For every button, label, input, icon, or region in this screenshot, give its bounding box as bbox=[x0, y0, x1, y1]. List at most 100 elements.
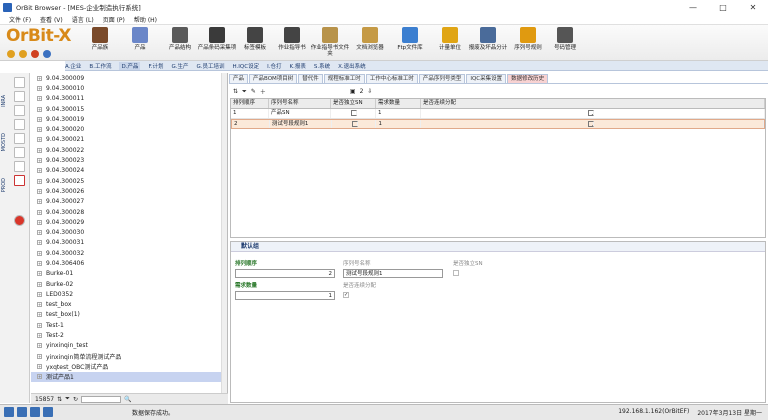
expand-icon[interactable]: + bbox=[37, 240, 42, 246]
expand-icon[interactable]: + bbox=[37, 312, 42, 318]
status-icon-3[interactable] bbox=[30, 407, 40, 417]
tree-item[interactable]: +9.04.300032 bbox=[31, 248, 227, 258]
tree-item[interactable]: + Test-1 bbox=[31, 320, 227, 330]
toolbar-button-10[interactable]: 报废及坏品分计 bbox=[468, 27, 508, 51]
menu-page[interactable]: 页面 (P) bbox=[103, 15, 125, 24]
expand-icon[interactable]: + bbox=[37, 127, 42, 133]
detail-tab-4[interactable]: 工作中心标准工时 bbox=[365, 74, 418, 83]
expand-icon[interactable]: + bbox=[37, 158, 42, 164]
home-icon[interactable] bbox=[43, 50, 51, 58]
sidebar-page-icon[interactable] bbox=[14, 147, 25, 158]
tree-item[interactable]: + 测试产品1 bbox=[31, 371, 227, 382]
status-icon-4[interactable] bbox=[43, 407, 53, 417]
toolbar-button-6[interactable]: 作业指导书文件夹 bbox=[310, 27, 350, 57]
module-tab-2[interactable]: D.产品 bbox=[119, 61, 141, 70]
tree-item[interactable]: +9.04.300030 bbox=[31, 227, 227, 237]
tree-item[interactable]: + test_box bbox=[31, 300, 227, 310]
expand-icon[interactable]: + bbox=[37, 209, 42, 215]
menu-view[interactable]: 查看 (V) bbox=[40, 15, 63, 24]
continuous-checkbox[interactable]: ✓ bbox=[588, 110, 594, 116]
refresh-icon[interactable]: ↻ bbox=[73, 396, 78, 403]
module-tab-9[interactable]: S.系统 bbox=[314, 62, 330, 70]
expand-icon[interactable]: + bbox=[37, 85, 42, 91]
sidebar-doc-icon[interactable] bbox=[14, 77, 25, 88]
tree-item[interactable]: + LED0352 bbox=[31, 289, 227, 299]
tree-item[interactable]: + yxqtest_OBC测试产品 bbox=[31, 361, 227, 371]
expand-icon[interactable]: + bbox=[37, 260, 42, 266]
tree-item[interactable]: + Test-2 bbox=[31, 330, 227, 340]
module-tab-6[interactable]: H.IQC设定 bbox=[233, 62, 260, 70]
tree-item[interactable]: + test_box(1) bbox=[31, 310, 227, 320]
qty-field[interactable]: 1 bbox=[235, 291, 335, 300]
expand-icon[interactable]: + bbox=[37, 147, 42, 153]
tree-item[interactable]: +9.04.300011 bbox=[31, 94, 227, 104]
name-field[interactable]: 测试号段规则1 bbox=[343, 269, 443, 278]
module-tab-3[interactable]: F.计划 bbox=[148, 62, 163, 70]
edit-icon[interactable]: ✎ bbox=[251, 88, 256, 95]
expand-icon[interactable]: + bbox=[37, 343, 42, 349]
expand-icon[interactable]: + bbox=[37, 168, 42, 174]
table-row[interactable]: 1产品SN1✓ bbox=[231, 109, 765, 119]
sidebar-print-icon[interactable] bbox=[14, 161, 25, 172]
expand-icon[interactable]: + bbox=[37, 116, 42, 122]
search-icon[interactable]: 🔍 bbox=[124, 396, 131, 403]
sidebar-list-icon[interactable] bbox=[14, 105, 25, 116]
tree-item[interactable]: +9.04.300015 bbox=[31, 104, 227, 114]
expand-icon[interactable]: + bbox=[37, 333, 42, 339]
back-icon[interactable] bbox=[7, 50, 15, 58]
tree-search-input[interactable] bbox=[80, 395, 121, 403]
tree-item[interactable]: +9.04.300025 bbox=[31, 176, 227, 186]
sidebar-power-icon[interactable] bbox=[14, 215, 25, 226]
detail-tab-1[interactable]: 产品BOM项目树 bbox=[249, 74, 298, 83]
tree-item[interactable]: + Burke-01 bbox=[31, 269, 227, 279]
sidebar-label-inra[interactable]: INRA bbox=[1, 95, 9, 107]
seq-field[interactable]: 2 bbox=[235, 269, 335, 278]
sidebar-folder-icon[interactable] bbox=[14, 91, 25, 102]
menu-help[interactable]: 帮助 (H) bbox=[134, 15, 157, 24]
sidebar-edit-icon[interactable] bbox=[14, 119, 25, 130]
toolbar-button-9[interactable]: 计量单位 bbox=[430, 27, 470, 51]
add-icon[interactable]: ＋ bbox=[260, 87, 266, 96]
col-independent[interactable]: 是否独立SN bbox=[331, 99, 376, 108]
detail-tab-6[interactable]: IQC采集设置 bbox=[466, 74, 507, 83]
tree-item[interactable]: +9.04.300022 bbox=[31, 145, 227, 155]
col-seq[interactable]: 排列顺序 bbox=[231, 99, 269, 108]
tree-item[interactable]: + yinxinqin_test bbox=[31, 341, 227, 351]
independent-checkbox[interactable] bbox=[351, 110, 357, 116]
close-button[interactable]: ✕ bbox=[738, 0, 768, 14]
tree-scrollbar[interactable] bbox=[221, 73, 227, 393]
tree-item[interactable]: +9.04.300027 bbox=[31, 197, 227, 207]
tree-item[interactable]: +9.04.300009 bbox=[31, 73, 227, 83]
tree-item[interactable]: +9.04.300019 bbox=[31, 114, 227, 124]
tree-item[interactable]: +9.04.300028 bbox=[31, 207, 227, 217]
module-tab-5[interactable]: G.员工培训 bbox=[196, 62, 224, 70]
expand-icon[interactable]: + bbox=[37, 178, 42, 184]
export-icon[interactable]: ⇩ bbox=[367, 88, 372, 95]
col-continuous[interactable]: 是否连续分配 bbox=[421, 99, 765, 108]
sort-asc-icon[interactable]: ⇅ bbox=[57, 396, 62, 403]
expand-icon[interactable]: + bbox=[37, 188, 42, 194]
expand-icon[interactable]: + bbox=[37, 106, 42, 112]
toolbar-button-11[interactable]: 序列号规则 bbox=[508, 27, 548, 51]
tree-item[interactable]: +9.04.300031 bbox=[31, 238, 227, 248]
status-icon-2[interactable] bbox=[17, 407, 27, 417]
expand-icon[interactable]: + bbox=[37, 250, 42, 256]
forward-icon[interactable] bbox=[19, 50, 27, 58]
toolbar-button-12[interactable]: 号码管理 bbox=[545, 27, 585, 51]
independent-checkbox[interactable] bbox=[453, 270, 459, 276]
expand-icon[interactable]: + bbox=[37, 302, 42, 308]
status-icon-1[interactable] bbox=[4, 407, 14, 417]
tree-item[interactable]: + yinxinqin简单流程测试产品 bbox=[31, 351, 227, 361]
table-row[interactable]: 2测试号段规则1 1 ✓ bbox=[231, 119, 765, 129]
expand-icon[interactable]: + bbox=[37, 322, 42, 328]
toolbar-button-5[interactable]: 作业指导书 bbox=[272, 27, 312, 51]
tree-item[interactable]: +9.04.300023 bbox=[31, 155, 227, 165]
expand-icon[interactable]: + bbox=[37, 281, 42, 287]
expand-icon[interactable]: + bbox=[37, 137, 42, 143]
sidebar-label-prod[interactable]: PROD bbox=[1, 178, 9, 192]
toolbar-button-0[interactable]: 产品族 bbox=[80, 27, 120, 51]
tree-item[interactable]: +9.04.300020 bbox=[31, 124, 227, 134]
expand-icon[interactable]: + bbox=[37, 230, 42, 236]
detail-tab-5[interactable]: 产品序列号类型 bbox=[418, 74, 466, 83]
sidebar-excel-icon[interactable] bbox=[14, 175, 25, 186]
